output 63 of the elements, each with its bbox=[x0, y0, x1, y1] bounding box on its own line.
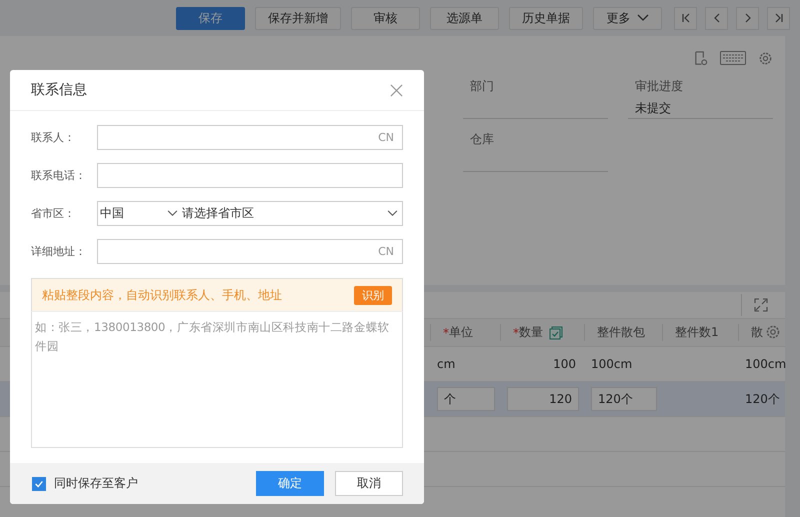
paste-hint: 粘贴整段内容，自动识别联系人、手机、地址 bbox=[42, 286, 282, 304]
keyboard-icon[interactable] bbox=[720, 51, 746, 65]
first-page-icon bbox=[680, 12, 692, 24]
column-label: 整件散包 bbox=[597, 324, 645, 341]
field-label: 仓库 bbox=[470, 131, 495, 148]
input-suffix: CN bbox=[378, 131, 394, 144]
required-mark: * bbox=[443, 326, 449, 340]
column-label: 整件数1 bbox=[675, 324, 719, 341]
fullscreen-icon[interactable] bbox=[754, 298, 768, 312]
next-button[interactable] bbox=[736, 6, 759, 30]
table-cell: 100 bbox=[553, 357, 576, 371]
field-label: 联系电话： bbox=[31, 168, 87, 183]
checkbox-icon[interactable] bbox=[549, 326, 563, 340]
paste-textarea[interactable]: 如：张三，1380013800，广东省深圳市南山区科技南十二路金蝶软件园 bbox=[31, 312, 403, 448]
column-label: 散 bbox=[751, 324, 763, 341]
unit-input[interactable]: 个 bbox=[437, 387, 495, 411]
quantity-input[interactable]: 120 bbox=[507, 387, 579, 411]
first-page-button[interactable] bbox=[674, 6, 697, 30]
region-select[interactable]: 请选择省市区 bbox=[180, 205, 402, 222]
dialog-title: 联系信息 bbox=[31, 81, 87, 99]
close-icon[interactable] bbox=[390, 84, 403, 96]
checkmark-icon bbox=[34, 478, 44, 488]
toolbar-button[interactable]: 审核 bbox=[351, 6, 420, 30]
field-value: 未提交 bbox=[635, 100, 672, 117]
checkbox-label: 同时保存至客户 bbox=[54, 475, 138, 492]
table-cell: 100cm bbox=[745, 357, 786, 371]
table-cell: cm bbox=[437, 357, 456, 371]
last-page-icon bbox=[772, 12, 784, 24]
input-field[interactable] bbox=[97, 163, 403, 188]
document-settings-icon[interactable] bbox=[693, 50, 708, 66]
input-field[interactable]: CN bbox=[97, 125, 403, 150]
dialog-button[interactable]: 取消 bbox=[335, 471, 403, 496]
checkbox[interactable] bbox=[32, 476, 46, 490]
toolbar-button[interactable]: 保存 bbox=[176, 6, 245, 30]
pack-input[interactable]: 120个 bbox=[591, 387, 657, 411]
form-field[interactable]: 仓库 bbox=[463, 131, 608, 172]
save-to-customer-checkbox[interactable]: 同时保存至客户 bbox=[32, 475, 138, 492]
dialog-button[interactable]: 确定 bbox=[256, 471, 324, 496]
settings-icon[interactable] bbox=[758, 50, 773, 66]
form-field[interactable]: 审批进度 未提交 bbox=[628, 78, 773, 119]
table-cell: 120个 bbox=[745, 392, 780, 406]
field-label: 部门 bbox=[470, 78, 495, 95]
caret-icon bbox=[636, 14, 648, 22]
caret-icon bbox=[387, 210, 398, 217]
field-label: 审批进度 bbox=[635, 78, 684, 95]
input-suffix: CN bbox=[378, 245, 394, 258]
input-field[interactable]: CN bbox=[97, 239, 403, 264]
form-field[interactable]: 部门 bbox=[463, 78, 608, 119]
field-label: 详细地址： bbox=[31, 244, 87, 259]
toolbar-button[interactable]: 保存并新增 bbox=[255, 6, 341, 30]
toolbar-button[interactable]: 历史单据 bbox=[509, 6, 583, 30]
field-label: 联系人： bbox=[31, 130, 76, 145]
previous-button[interactable] bbox=[705, 6, 728, 30]
toolbar-button[interactable]: 更多 bbox=[593, 6, 662, 30]
column-label: 单位 bbox=[449, 324, 473, 341]
column-label: 数量 bbox=[519, 324, 543, 341]
required-mark: * bbox=[513, 326, 519, 340]
caret-icon bbox=[167, 210, 178, 217]
field-label: 省市区： bbox=[31, 206, 76, 221]
country-select[interactable]: 中国 bbox=[98, 205, 180, 222]
table-cell: 100cm bbox=[591, 357, 632, 371]
last-page-button[interactable] bbox=[767, 6, 790, 30]
toolbar-button[interactable]: 选源单 bbox=[430, 6, 499, 30]
